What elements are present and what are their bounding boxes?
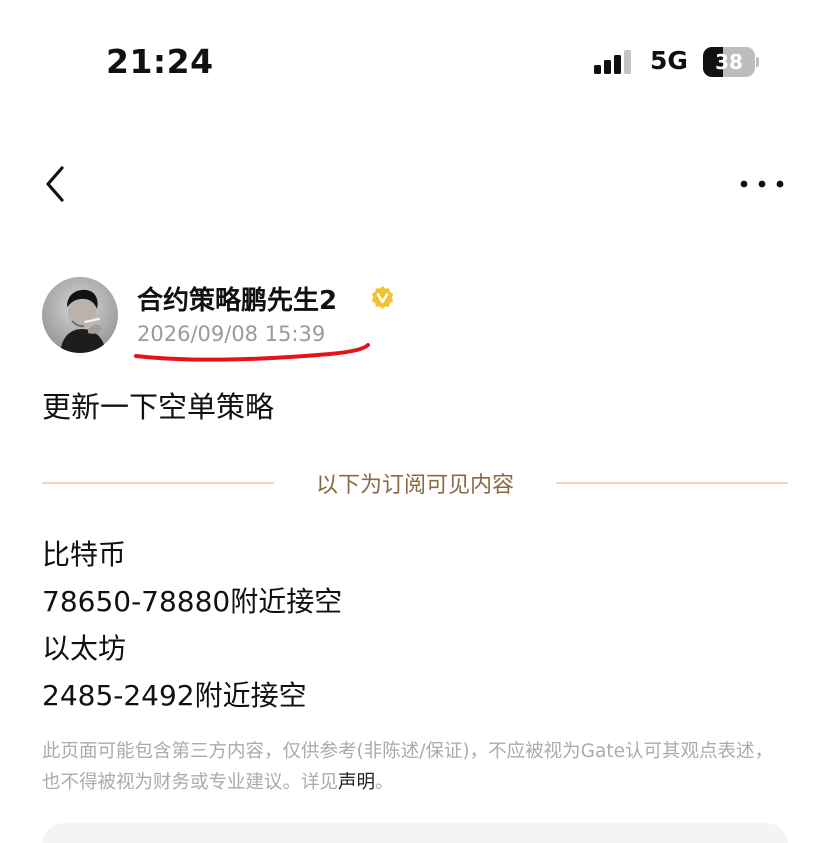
disclaimer-text: 此页面可能包含第三方内容，仅供参考(非陈述/保证)，不应被视为Gate认可其观点… (42, 736, 790, 798)
statement-link[interactable]: 声明 (338, 772, 375, 793)
disclaimer-body: 此页面可能包含第三方内容，仅供参考(非陈述/保证)，不应被视为Gate认可其观点… (42, 741, 773, 793)
disclaimer-end: 。 (375, 772, 394, 793)
network-type: 5G (650, 46, 688, 75)
content-line-btc-range: 78650-78880附近接空 (42, 585, 343, 618)
post-title: 更新一下空单策略 (42, 390, 275, 424)
more-horizontal-icon (740, 180, 784, 188)
author-name[interactable]: 合约策略鹏先生2 (137, 280, 337, 317)
status-time: 21:24 (106, 42, 214, 81)
battery-level-text: 38 (715, 50, 743, 74)
red-underline-annotation (134, 343, 370, 362)
author-avatar[interactable] (42, 277, 118, 353)
more-options-button[interactable] (736, 166, 788, 202)
back-button[interactable] (38, 160, 78, 208)
divider-line-left (42, 482, 274, 484)
avatar-portrait-image (42, 277, 118, 353)
bottom-card[interactable] (42, 823, 788, 843)
divider-line-right (556, 482, 788, 484)
chevron-left-icon (46, 166, 64, 202)
battery-icon: 38 (703, 47, 759, 77)
content-line-eth-range: 2485-2492附近接空 (42, 679, 307, 712)
cellular-signal-icon (594, 50, 631, 74)
content-line-btc-label: 比特币 (42, 538, 127, 571)
subscription-divider-label: 以下为订阅可见内容 (315, 473, 514, 498)
content-line-eth-label: 以太坊 (42, 632, 127, 665)
verified-badge-icon (371, 286, 394, 309)
